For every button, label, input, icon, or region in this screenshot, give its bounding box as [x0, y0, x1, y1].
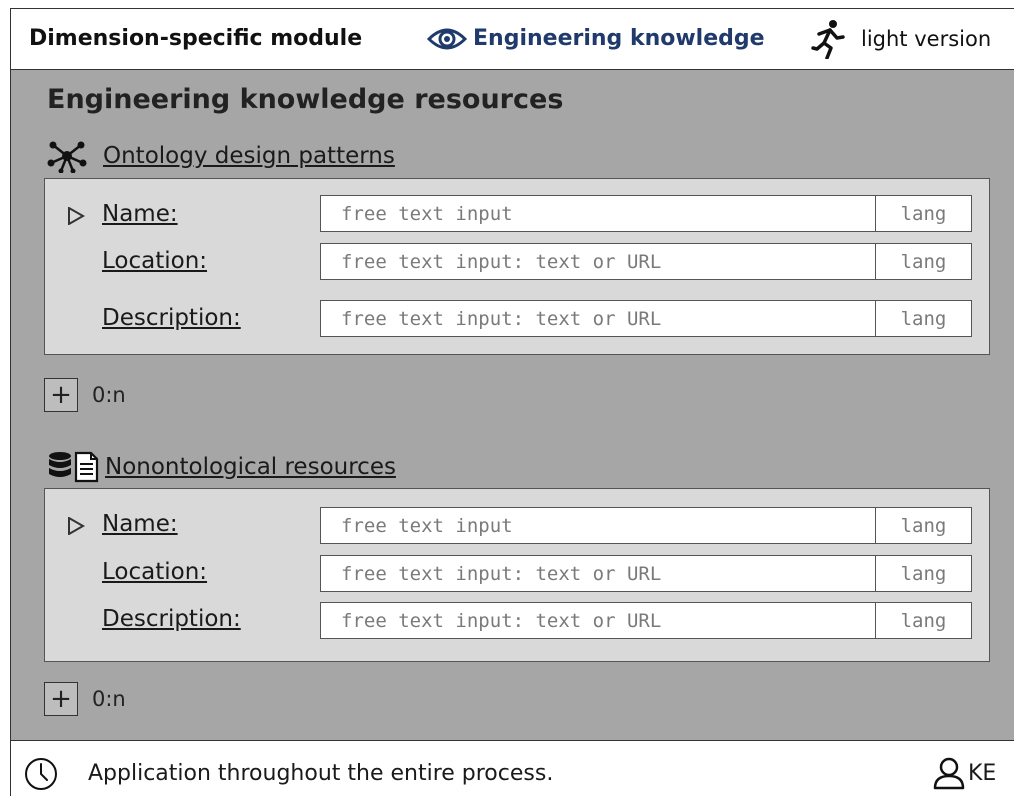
location-input[interactable]: free text input: text or URL — [320, 555, 876, 592]
section-title[interactable]: Nonontological resources — [105, 454, 396, 480]
database-document-icon — [49, 451, 99, 483]
location-label[interactable]: Location: — [102, 248, 207, 274]
name-input[interactable]: free text input — [320, 195, 876, 232]
running-person-icon — [811, 20, 845, 59]
description-lang-select[interactable]: lang — [875, 602, 972, 639]
add-ontology-pattern-row: + 0:n — [44, 378, 126, 412]
page-title: Engineering knowledge resources — [47, 84, 564, 115]
name-label[interactable]: Name: — [102, 511, 178, 537]
name-input[interactable]: free text input — [320, 507, 876, 544]
location-lang-select[interactable]: lang — [875, 555, 972, 592]
network-nodes-icon — [47, 141, 87, 173]
location-input[interactable]: free text input: text or URL — [320, 243, 876, 280]
section-header-nonontological-resources: Nonontological resources — [47, 450, 396, 484]
nonontological-resource-entry: Name: free text input lang Location: fre… — [44, 488, 990, 662]
cardinality-label: 0:n — [92, 687, 126, 711]
description-label[interactable]: Description: — [102, 606, 241, 632]
description-label[interactable]: Description: — [102, 305, 241, 331]
add-button[interactable]: + — [44, 682, 78, 716]
role-label: KE — [968, 761, 997, 786]
name-lang-select[interactable]: lang — [875, 507, 972, 544]
module-frame: Dimension-specific module Engineering kn… — [10, 8, 1014, 796]
name-lang-select[interactable]: lang — [875, 195, 972, 232]
expand-triangle-icon[interactable] — [67, 207, 85, 225]
dimension-label: Engineering knowledge — [473, 26, 765, 51]
timing-text: Application throughout the entire proces… — [88, 761, 554, 786]
section-header-ontology-design-patterns: Ontology design patterns — [47, 139, 395, 173]
section-title[interactable]: Ontology design patterns — [103, 143, 395, 169]
clock-icon — [25, 758, 57, 790]
add-button[interactable]: + — [44, 378, 78, 412]
cardinality-label: 0:n — [92, 383, 126, 407]
description-lang-select[interactable]: lang — [875, 300, 972, 337]
ontology-pattern-entry: Name: free text input lang Location: fre… — [44, 178, 990, 355]
module-type-label: Dimension-specific module — [29, 26, 363, 51]
module-header: Dimension-specific module Engineering kn… — [11, 9, 1014, 69]
eye-icon — [426, 28, 468, 50]
expand-triangle-icon[interactable] — [67, 517, 85, 535]
location-label[interactable]: Location: — [102, 559, 207, 585]
location-lang-select[interactable]: lang — [875, 243, 972, 280]
name-label[interactable]: Name: — [102, 201, 178, 227]
description-input[interactable]: free text input: text or URL — [320, 300, 876, 337]
description-input[interactable]: free text input: text or URL — [320, 602, 876, 639]
resources-panel: Engineering knowledge resources Ontology… — [11, 69, 1014, 741]
version-label: light version — [861, 27, 992, 51]
person-icon — [933, 757, 965, 790]
add-nonontological-resource-row: + 0:n — [44, 682, 126, 716]
